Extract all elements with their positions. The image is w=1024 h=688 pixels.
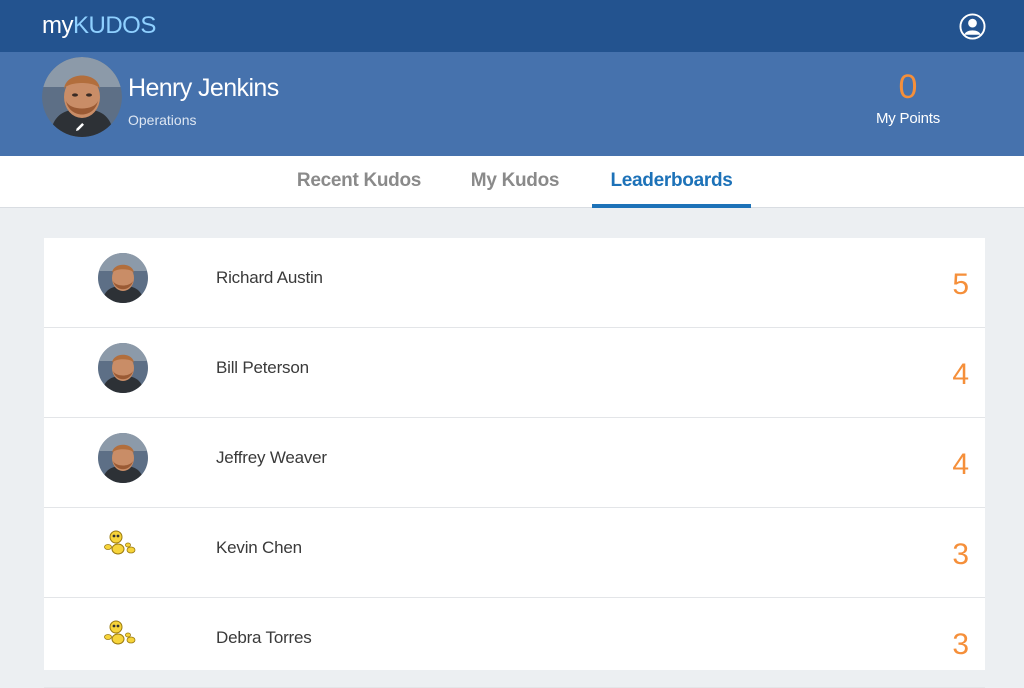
user-department: Operations [128,112,197,128]
cartoon-avatar [104,530,136,555]
user-circle-icon[interactable] [959,13,986,40]
leader-points: 5 [952,268,969,301]
tab-my-kudos[interactable]: My Kudos [452,156,578,208]
leaderboard-row[interactable]: Bill Peterson 4 [44,328,985,418]
leader-points: 4 [952,358,969,391]
tab-bar: Recent Kudos My Kudos Leaderboards [0,156,1024,208]
leader-name: Jeffrey Weaver [216,448,327,467]
active-tab-indicator [592,204,751,208]
leader-name: Bill Peterson [216,358,309,377]
tab-leaderboards[interactable]: Leaderboards [592,156,751,208]
leader-points: 3 [952,628,969,661]
profile-header: Henry Jenkins Operations 0 My Points [0,52,1024,156]
pencil-icon[interactable] [74,121,86,133]
user-name: Henry Jenkins [128,74,279,102]
cartoon-avatar [104,620,136,645]
leader-name: Richard Austin [216,268,323,287]
photo-avatar [98,253,148,303]
leaderboard-row[interactable]: Jeffrey Weaver 4 [44,418,985,508]
my-points-value: 0 [898,68,918,106]
leader-points: 4 [952,448,969,481]
leader-name: Debra Torres [216,628,312,647]
logo-prefix: my [42,12,74,39]
leader-name: Kevin Chen [216,538,302,557]
leaderboard-row[interactable]: Debra Torres 3 [44,598,985,688]
my-points-label: My Points [875,110,941,127]
tab-recent-kudos[interactable]: Recent Kudos [280,156,438,208]
app-logo[interactable]: myKUDOS [42,12,156,40]
leader-points: 3 [952,538,969,571]
leaderboard-list: Richard Austin 5 Bill Peterson 4 Jeffrey… [44,238,985,688]
logo-accent: KUDOS [73,12,156,39]
leaderboard-row[interactable]: Richard Austin 5 [44,238,985,328]
leaderboard-row[interactable]: Kevin Chen 3 [44,508,985,598]
top-bar: myKUDOS [0,0,1024,52]
photo-avatar [98,343,148,393]
photo-avatar [98,433,148,483]
